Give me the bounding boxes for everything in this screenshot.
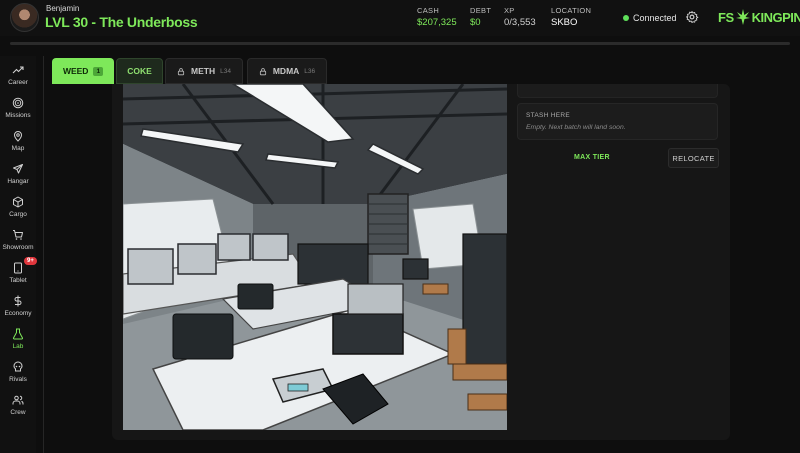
sidebar-item-label: Crew bbox=[10, 409, 26, 416]
debt-value: $0 bbox=[470, 17, 481, 28]
debt-stat: DEBT $0 bbox=[470, 6, 491, 28]
sidebar-item-hangar[interactable]: Hangar bbox=[0, 163, 36, 195]
location-value: SKBO bbox=[551, 17, 578, 28]
map-pin-icon bbox=[13, 131, 23, 142]
sidebar-item-label: Cargo bbox=[9, 211, 27, 218]
lab-scene-image bbox=[123, 84, 507, 430]
stash-title: STASH HERE bbox=[526, 112, 571, 119]
sidebar-item-label: Economy bbox=[4, 310, 32, 317]
sidebar-item-label: Rivals bbox=[9, 376, 27, 383]
sidebar-item-label: Map bbox=[11, 145, 25, 152]
top-bar: Benjamin LVL 30 - The Underboss CASH $20… bbox=[0, 0, 800, 36]
avatar[interactable] bbox=[10, 3, 39, 32]
cart-icon bbox=[13, 230, 23, 240]
gear-icon[interactable] bbox=[685, 10, 699, 24]
lab-illustration bbox=[123, 84, 507, 430]
level-title: LVL 30 - The Underboss bbox=[45, 14, 198, 30]
sidebar-item-label: Showroom bbox=[2, 244, 34, 251]
sidebar-item-label: Career bbox=[8, 79, 28, 86]
sidebar-item-tablet[interactable]: 9+ Tablet bbox=[0, 257, 37, 294]
lock-icon bbox=[177, 67, 185, 75]
tab-meth[interactable]: METH L34 bbox=[165, 58, 243, 84]
cash-label: CASH bbox=[417, 6, 440, 15]
logo-right: KINGPIN bbox=[751, 9, 800, 25]
notification-badge: 9+ bbox=[24, 257, 37, 265]
tab-coke[interactable]: COKE bbox=[116, 58, 163, 84]
cash-value: $207,325 bbox=[417, 17, 457, 28]
xp-value: 0/3,553 bbox=[504, 17, 536, 28]
tab-level-badge: 1 bbox=[93, 66, 104, 76]
xp-label: XP bbox=[504, 6, 515, 15]
sidebar-divider bbox=[43, 56, 44, 453]
username: Benjamin bbox=[46, 4, 80, 13]
logo-left: FS bbox=[718, 9, 734, 25]
max-tier-label: MAX TIER bbox=[574, 154, 610, 161]
tab-label: METH bbox=[191, 66, 216, 76]
tab-level-requirement: L36 bbox=[304, 67, 316, 75]
stash-card: STASH HERE Empty. Next batch will land s… bbox=[517, 103, 718, 140]
connection-status: Connected bbox=[623, 13, 677, 23]
sidebar-item-label: Lab bbox=[12, 343, 24, 350]
sidebar-item-rivals[interactable]: Rivals bbox=[0, 361, 36, 393]
tablet-icon bbox=[14, 262, 22, 274]
sidebar-item-career[interactable]: Career bbox=[0, 64, 36, 96]
dollar-icon bbox=[14, 295, 22, 307]
sidebar-item-crew[interactable]: Crew bbox=[0, 394, 36, 426]
sidebar-item-lab[interactable]: Lab bbox=[0, 328, 36, 360]
tab-label: COKE bbox=[127, 66, 152, 76]
target-icon bbox=[12, 97, 24, 109]
skull-icon bbox=[13, 361, 23, 372]
sidebar-item-missions[interactable]: Missions bbox=[0, 97, 36, 129]
relocate-button[interactable]: RELOCATE bbox=[668, 148, 719, 168]
cash-stat: CASH $207,325 bbox=[417, 6, 457, 28]
debt-label: DEBT bbox=[470, 6, 492, 15]
tab-label: WEED bbox=[62, 66, 89, 76]
stash-status-text: Empty. Next batch will land soon. bbox=[526, 124, 626, 131]
tab-mdma[interactable]: MDMA L36 bbox=[247, 58, 327, 84]
sidebar-item-map[interactable]: Map bbox=[0, 130, 36, 162]
location-stat: LOCATION SKBO bbox=[551, 6, 591, 28]
sidebar-item-label: Tablet bbox=[9, 277, 27, 284]
tab-level-requirement: L34 bbox=[220, 67, 231, 75]
box-icon bbox=[13, 196, 23, 208]
xp-progress-bar bbox=[10, 42, 790, 45]
leaf-icon bbox=[735, 9, 750, 25]
sidebar: Career Missions Map Hangar Cargo Showroo… bbox=[0, 56, 37, 453]
connection-label: Connected bbox=[633, 13, 677, 23]
flask-icon bbox=[12, 328, 24, 340]
users-icon bbox=[12, 395, 24, 405]
location-label: LOCATION bbox=[551, 6, 592, 15]
lock-icon bbox=[259, 67, 266, 75]
trending-up-icon bbox=[12, 66, 24, 74]
status-dot-icon bbox=[623, 15, 629, 21]
sidebar-item-economy[interactable]: Economy bbox=[0, 295, 36, 327]
fs-kingpin-logo: FS KINGPIN bbox=[718, 8, 800, 26]
info-card-top bbox=[517, 84, 718, 98]
plane-icon bbox=[13, 164, 23, 174]
tab-weed[interactable]: WEED 1 bbox=[52, 58, 114, 84]
sidebar-item-label: Missions bbox=[5, 112, 31, 119]
sidebar-item-cargo[interactable]: Cargo bbox=[0, 196, 36, 228]
xp-stat: XP 0/3,553 bbox=[504, 6, 536, 28]
tab-label: MDMA bbox=[272, 66, 300, 76]
sidebar-item-label: Hangar bbox=[7, 178, 29, 185]
